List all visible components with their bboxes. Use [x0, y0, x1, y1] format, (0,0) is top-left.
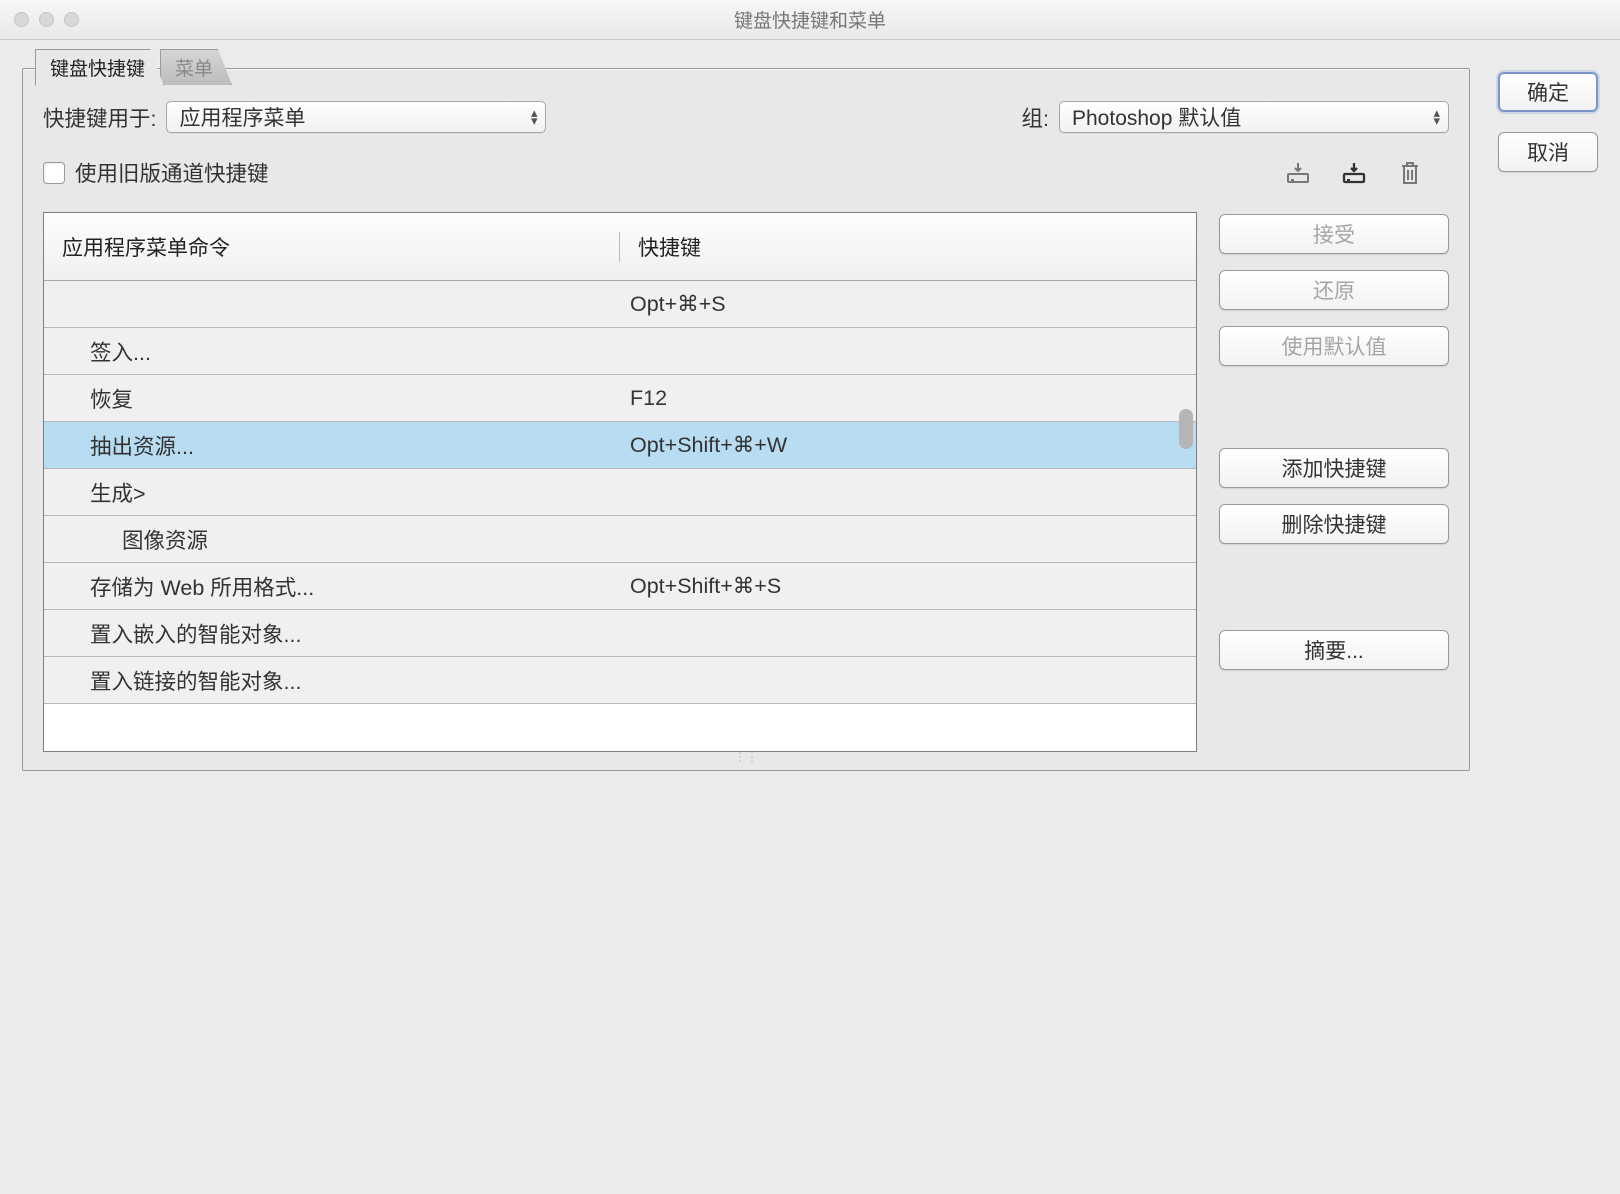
- shortcut-cell: Opt+Shift+⌘+S: [620, 574, 1196, 599]
- table-header: 应用程序菜单命令 快捷键: [44, 213, 1196, 281]
- table-row[interactable]: Opt+⌘+S: [44, 281, 1196, 328]
- summary-button[interactable]: 摘要...: [1219, 630, 1449, 670]
- command-cell: 抽出资源...: [44, 430, 620, 461]
- tab-menu[interactable]: 菜单: [160, 49, 232, 85]
- chevron-updown-icon: ▴▾: [531, 109, 538, 125]
- table-row[interactable]: 抽出资源...Opt+Shift+⌘+W: [44, 422, 1196, 469]
- resize-handle-icon[interactable]: ⋮⋮: [734, 750, 758, 764]
- ok-button[interactable]: 确定: [1498, 72, 1598, 112]
- command-cell: 恢复: [44, 383, 620, 414]
- shortcut-cell: Opt+Shift+⌘+W: [620, 433, 1196, 458]
- dropdown-value: 应用程序菜单: [179, 102, 305, 132]
- delete-shortcut-button[interactable]: 删除快捷键: [1219, 504, 1449, 544]
- window-title: 键盘快捷键和菜单: [0, 6, 1620, 33]
- command-cell: 生成>: [44, 477, 620, 508]
- set-label: 组:: [1022, 102, 1049, 133]
- command-cell: 置入链接的智能对象...: [44, 665, 620, 696]
- shortcut-cell: Opt+⌘+S: [620, 292, 1196, 317]
- header-command[interactable]: 应用程序菜单命令: [44, 232, 620, 262]
- table-row[interactable]: 存储为 Web 所用格式...Opt+Shift+⌘+S: [44, 563, 1196, 610]
- add-shortcut-button[interactable]: 添加快捷键: [1219, 448, 1449, 488]
- set-dropdown[interactable]: Photoshop 默认值 ▴▾: [1059, 101, 1449, 133]
- main-panel: 键盘快捷键 菜单 快捷键用于: 应用程序菜单 ▴▾ 组: Photoshop 默…: [22, 68, 1470, 771]
- table-body[interactable]: Opt+⌘+S签入...恢复F12抽出资源...Opt+Shift+⌘+W生成>…: [44, 281, 1196, 751]
- use-default-button[interactable]: 使用默认值: [1219, 326, 1449, 366]
- legacy-checkbox[interactable]: [43, 162, 65, 184]
- scrollbar[interactable]: [1176, 281, 1196, 751]
- table-row[interactable]: 生成>: [44, 469, 1196, 516]
- delete-set-icon[interactable]: [1395, 160, 1425, 186]
- table-row[interactable]: 图像资源: [44, 516, 1196, 563]
- table-row[interactable]: 签入...: [44, 328, 1196, 375]
- shortcut-cell: F12: [620, 386, 1196, 411]
- save-set-icon[interactable]: [1283, 160, 1313, 186]
- accept-button[interactable]: 接受: [1219, 214, 1449, 254]
- chevron-updown-icon: ▴▾: [1433, 109, 1440, 125]
- table-row[interactable]: 置入嵌入的智能对象...: [44, 610, 1196, 657]
- shortcut-for-label: 快捷键用于:: [43, 102, 156, 133]
- cancel-button[interactable]: 取消: [1498, 132, 1598, 172]
- header-shortcut[interactable]: 快捷键: [620, 232, 1196, 262]
- table-row[interactable]: 恢复F12: [44, 375, 1196, 422]
- command-cell: 置入嵌入的智能对象...: [44, 618, 620, 649]
- dropdown-value: Photoshop 默认值: [1072, 102, 1241, 132]
- table-row[interactable]: 置入链接的智能对象...: [44, 657, 1196, 704]
- command-cell: 存储为 Web 所用格式...: [44, 571, 620, 602]
- undo-button[interactable]: 还原: [1219, 270, 1449, 310]
- titlebar: 键盘快捷键和菜单: [0, 0, 1620, 40]
- shortcut-for-dropdown[interactable]: 应用程序菜单 ▴▾: [166, 101, 546, 133]
- scrollbar-thumb[interactable]: [1179, 409, 1193, 449]
- legacy-checkbox-label: 使用旧版通道快捷键: [75, 157, 269, 188]
- new-set-icon[interactable]: [1339, 160, 1369, 186]
- shortcut-table: 应用程序菜单命令 快捷键 Opt+⌘+S签入...恢复F12抽出资源...Opt…: [43, 212, 1197, 752]
- tab-shortcuts[interactable]: 键盘快捷键: [35, 49, 164, 86]
- command-cell: 签入...: [44, 336, 620, 367]
- tabs: 键盘快捷键 菜单: [35, 49, 228, 85]
- command-cell: 图像资源: [44, 524, 620, 555]
